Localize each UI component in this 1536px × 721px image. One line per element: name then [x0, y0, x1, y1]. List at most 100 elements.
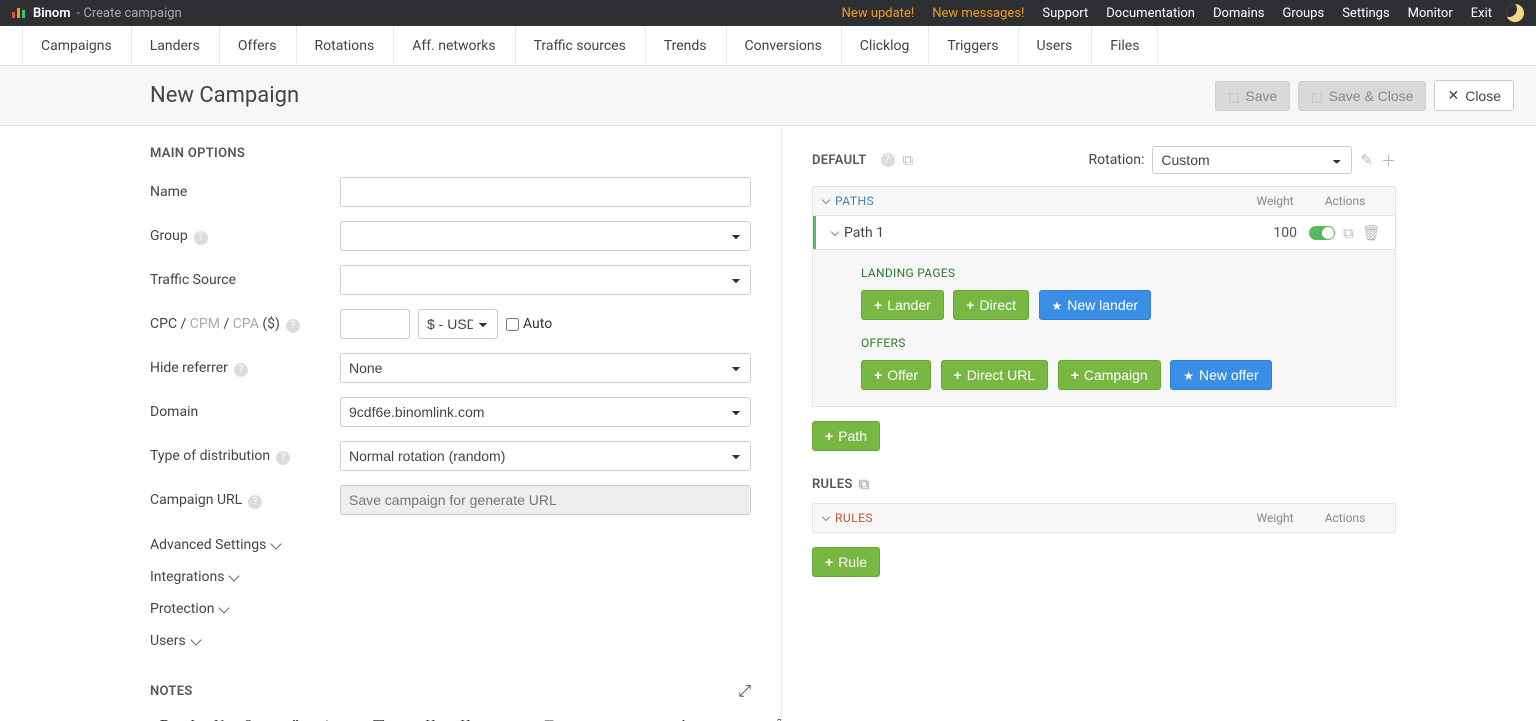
- top-bar: Binom - Create campaign New update! New …: [0, 0, 1536, 26]
- path-body: LANDING PAGES Lander Direct New lander O…: [812, 250, 1396, 407]
- section-rules: RULES: [812, 477, 853, 492]
- section-notes: NOTES: [150, 684, 193, 699]
- tab-conversions[interactable]: Conversions: [726, 26, 841, 65]
- label-traffic-source: Traffic Source: [150, 272, 340, 288]
- link-support[interactable]: Support: [1042, 6, 1088, 21]
- tab-triggers[interactable]: Triggers: [928, 26, 1017, 65]
- plus-icon: [874, 297, 882, 313]
- link-settings[interactable]: Settings: [1342, 6, 1389, 21]
- auto-label: Auto: [523, 316, 552, 332]
- currency-select[interactable]: $ - USD: [418, 309, 498, 339]
- integrations-toggle[interactable]: Integrations: [150, 561, 751, 593]
- tab-rotations[interactable]: Rotations: [296, 26, 394, 65]
- section-default: DEFAULT: [812, 153, 867, 168]
- tab-users[interactable]: Users: [1018, 26, 1092, 65]
- hide-referrer-select[interactable]: None: [340, 353, 751, 383]
- distribution-select[interactable]: Normal rotation (random): [340, 441, 751, 471]
- add-rule-button[interactable]: Rule: [812, 547, 880, 577]
- close-icon: ✕: [1447, 87, 1459, 104]
- link-groups[interactable]: Groups: [1282, 6, 1324, 21]
- path-row[interactable]: Path 1 100 ⧉ 🗑: [812, 216, 1396, 250]
- save-close-button[interactable]: Save & Close: [1298, 81, 1426, 111]
- protection-toggle[interactable]: Protection: [150, 593, 751, 625]
- copy-icon[interactable]: ⧉: [1343, 224, 1354, 242]
- tab-campaigns[interactable]: Campaigns: [22, 26, 131, 65]
- name-input[interactable]: [340, 177, 751, 207]
- plus-icon: [825, 428, 833, 444]
- tab-offers[interactable]: Offers: [219, 26, 296, 65]
- add-direct-url-button[interactable]: Direct URL: [941, 360, 1049, 390]
- tab-trends[interactable]: Trends: [645, 26, 726, 65]
- add-direct-button[interactable]: Direct: [953, 290, 1029, 320]
- add-lander-button[interactable]: Lander: [861, 290, 944, 320]
- add-campaign-button[interactable]: Campaign: [1058, 360, 1161, 390]
- new-lander-button[interactable]: New lander: [1039, 290, 1152, 320]
- users-toggle[interactable]: Users: [150, 625, 751, 657]
- link-exit[interactable]: Exit: [1471, 6, 1492, 21]
- link-new-update[interactable]: New update!: [842, 6, 915, 21]
- group-select[interactable]: [340, 221, 751, 251]
- header-actions: Actions: [1305, 194, 1385, 208]
- plus-icon[interactable]: ＋: [1381, 150, 1396, 171]
- save-label: Save: [1245, 88, 1277, 104]
- indent-icon[interactable]: ⇥: [627, 717, 639, 721]
- page-header: New Campaign Save Save & Close ✕Close: [0, 66, 1536, 126]
- chevron-down-icon[interactable]: [831, 227, 839, 235]
- help-icon[interactable]: [276, 451, 290, 465]
- new-offer-button[interactable]: New offer: [1170, 360, 1271, 390]
- help-icon[interactable]: [286, 319, 300, 333]
- tab-aff-networks[interactable]: Aff. networks: [393, 26, 514, 65]
- close-label: Close: [1465, 88, 1501, 104]
- chevron-down-icon: [219, 602, 230, 613]
- add-path-button[interactable]: Path: [812, 421, 880, 451]
- domain-select[interactable]: 9cdf6e.binomlink.com: [340, 397, 751, 427]
- header-weight: Weight: [1245, 194, 1305, 208]
- edit-icon[interactable]: ✎: [1360, 151, 1373, 169]
- link-documentation[interactable]: Documentation: [1106, 6, 1195, 21]
- save-button[interactable]: Save: [1215, 81, 1290, 111]
- traffic-source-select[interactable]: [340, 265, 751, 295]
- expand-icon[interactable]: [738, 681, 751, 701]
- save-close-label: Save & Close: [1329, 88, 1414, 104]
- star-icon: [1183, 367, 1194, 383]
- help-icon[interactable]: [194, 231, 208, 245]
- tab-files[interactable]: Files: [1091, 26, 1158, 65]
- tab-clicklog[interactable]: Clicklog: [841, 26, 929, 65]
- copy-icon[interactable]: ⧉: [859, 475, 870, 493]
- outdent-icon[interactable]: ⇤: [595, 717, 607, 721]
- chevron-down-icon[interactable]: [822, 196, 830, 204]
- chevron-down-icon: [190, 634, 201, 645]
- label-distribution: Type of distribution: [150, 448, 270, 464]
- rules-header: RULES Weight Actions: [812, 503, 1396, 533]
- add-offer-button[interactable]: Offer: [861, 360, 931, 390]
- dark-mode-icon[interactable]: [1506, 4, 1524, 22]
- unordered-list-icon[interactable]: ≣: [543, 717, 555, 721]
- cpc-input[interactable]: [340, 309, 410, 339]
- help-icon[interactable]: [234, 363, 248, 377]
- label-domain: Domain: [150, 404, 340, 420]
- logo-icon: [12, 8, 25, 18]
- close-button[interactable]: ✕ Close: [1434, 80, 1514, 111]
- link-domains[interactable]: Domains: [1213, 6, 1264, 21]
- chevron-down-icon: [229, 570, 240, 581]
- tab-traffic-sources[interactable]: Traffic sources: [515, 26, 645, 65]
- rotation-select[interactable]: Custom: [1152, 146, 1352, 174]
- link-new-messages[interactable]: New messages!: [932, 6, 1024, 21]
- tab-landers[interactable]: Landers: [131, 26, 219, 65]
- plus-icon: [966, 297, 974, 313]
- help-icon[interactable]: [881, 153, 895, 167]
- paths-header: PATHS Weight Actions: [812, 186, 1396, 216]
- copy-icon[interactable]: ⧉: [903, 151, 914, 169]
- link-monitor[interactable]: Monitor: [1408, 6, 1453, 21]
- right-panel: DEFAULT ⧉ Rotation: Custom ✎ ＋ PATHS Wei…: [782, 126, 1536, 721]
- section-main-options: MAIN OPTIONS: [150, 146, 751, 161]
- auto-checkbox[interactable]: [506, 318, 519, 331]
- advanced-settings-toggle[interactable]: Advanced Settings: [150, 529, 751, 561]
- star-icon: [1052, 297, 1063, 313]
- path-toggle[interactable]: [1309, 226, 1335, 240]
- label-name: Name: [150, 184, 340, 200]
- trash-icon[interactable]: 🗑: [1362, 224, 1381, 242]
- chevron-down-icon[interactable]: [822, 513, 830, 521]
- image-icon[interactable]: ▣: [372, 717, 385, 721]
- help-icon[interactable]: [248, 495, 262, 509]
